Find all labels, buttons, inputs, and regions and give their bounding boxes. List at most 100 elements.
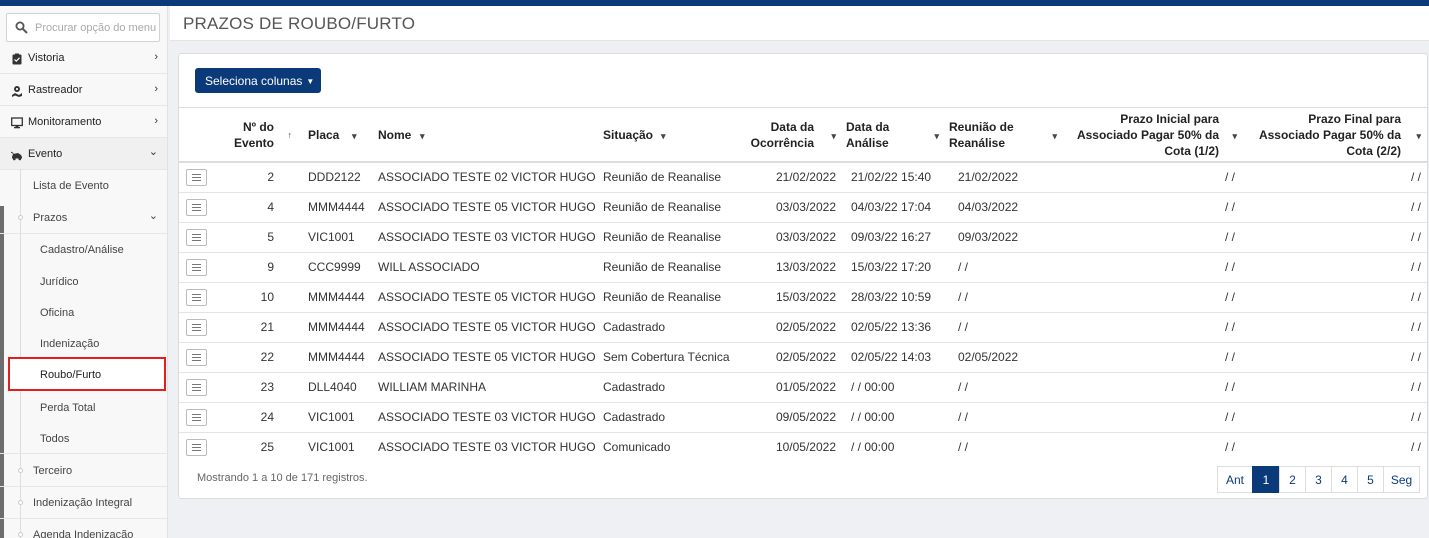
menu-item-monitoramento[interactable]: Monitoramento ›	[0, 106, 167, 138]
sidebar-item-agenda-indenizacao[interactable]: Agenda Indenização	[0, 519, 167, 538]
cell-data-analise: / / 00:00	[842, 371, 945, 402]
cell-nome: ASSOCIADO TESTE 05 VICTOR HUGO	[374, 191, 599, 222]
sidebar-item-prazos[interactable]: Prazos ⌄	[0, 202, 167, 234]
search-icon	[15, 21, 28, 34]
table-row[interactable]: 24 VIC1001 ASSOCIADO TESTE 03 VICTOR HUGO C…	[179, 401, 1427, 432]
cell-data-analise: 09/03/22 16:27	[842, 221, 945, 252]
hamburger-icon-line	[192, 206, 201, 208]
cell-nome: ASSOCIADO TESTE 05 VICTOR HUGO	[374, 341, 599, 372]
hamburger-icon-line	[192, 353, 201, 355]
table-row[interactable]: 10 MMM4444 ASSOCIADO TESTE 05 VICTOR HUGO R…	[179, 281, 1427, 312]
sidebar-item-todos[interactable]: Todos	[0, 423, 167, 454]
table-row[interactable]: 22 MMM4444 ASSOCIADO TESTE 05 VICTOR HUGO S…	[179, 341, 1427, 372]
row-menu-button[interactable]	[186, 408, 207, 426]
sidebar-item-label: Terceiro	[33, 465, 73, 477]
cell-reuniao: / /	[945, 251, 1063, 282]
page-title: PRAZOS DE ROUBO/FURTO	[183, 14, 416, 33]
sidebar-item-perda-total[interactable]: Perda Total	[0, 392, 167, 423]
page-next-button[interactable]: Seg	[1383, 466, 1420, 493]
cell-evento: 4	[229, 191, 304, 222]
hamburger-icon-line	[192, 179, 201, 181]
page-4-button[interactable]: 4	[1331, 466, 1358, 493]
menu-item-evento[interactable]: Evento ⌄	[0, 138, 167, 170]
hamburger-icon-line	[192, 329, 201, 331]
page-1-button[interactable]: 1	[1252, 466, 1280, 493]
page-5-button[interactable]: 5	[1357, 466, 1384, 493]
row-menu-button[interactable]	[186, 168, 207, 186]
sidebar-item-oficina[interactable]: Oficina	[0, 297, 167, 328]
page-3-button[interactable]: 3	[1305, 466, 1332, 493]
tree-node-icon	[18, 468, 23, 473]
cell-prazo-final: / /	[1245, 341, 1427, 372]
sidebar-item-label: Prazos	[33, 212, 68, 224]
cell-prazo-final: / /	[1245, 221, 1427, 252]
cell-evento: 23	[229, 371, 304, 402]
cell-prazo-inicial: / /	[1063, 191, 1245, 222]
row-menu-button[interactable]	[186, 348, 207, 366]
menu-item-vistoria[interactable]: Vistoria ›	[0, 42, 167, 74]
menu-search[interactable]	[6, 13, 160, 42]
header-label: Data da	[770, 119, 814, 134]
header-data-analise[interactable]: Data da Análise ▾	[842, 108, 945, 163]
page-2-button[interactable]: 2	[1279, 466, 1306, 493]
table-row[interactable]: 21 MMM4444 ASSOCIADO TESTE 05 VICTOR HUGO C…	[179, 311, 1427, 342]
sidebar-item-lista-evento[interactable]: Lista de Evento	[0, 170, 167, 202]
table-row[interactable]: 25 VIC1001 ASSOCIADO TESTE 03 VICTOR HUGO C…	[179, 431, 1427, 462]
header-evento[interactable]: Nº do Evento ↑	[229, 108, 304, 163]
table-row[interactable]: 4 MMM4444 ASSOCIADO TESTE 05 VICTOR HUGO Re…	[179, 191, 1427, 222]
records-info: Mostrando 1 a 10 de 171 registros.	[197, 472, 368, 484]
header-label: Cota (2/2)	[1346, 143, 1401, 158]
row-menu-button[interactable]	[186, 198, 207, 216]
header-prazo-inicial[interactable]: Prazo Inicial para Associado Pagar 50% d…	[1063, 108, 1245, 163]
menu-label: Rastreador	[28, 84, 83, 96]
sidebar-item-terceiro[interactable]: Terceiro	[0, 455, 167, 487]
cell-evento: 22	[229, 341, 304, 372]
tree-node-icon	[18, 500, 23, 505]
header-reuniao[interactable]: Reunião de Reanálise ▾	[945, 108, 1063, 163]
cell-actions	[179, 431, 229, 462]
cell-nome: WILLIAM MARINHA	[374, 371, 599, 402]
row-menu-button[interactable]	[186, 228, 207, 246]
hamburger-icon-line	[192, 236, 201, 238]
header-placa[interactable]: Placa ▾	[304, 108, 374, 163]
table-row[interactable]: 2 DDD2122 ASSOCIADO TESTE 02 VICTOR HUGO Re…	[179, 162, 1427, 192]
header-label: Associado Pagar 50% da	[1076, 127, 1219, 142]
page-prev-button[interactable]: Ant	[1217, 466, 1253, 493]
header-nome[interactable]: Nome ▾	[374, 108, 599, 163]
row-menu-button[interactable]	[186, 258, 207, 276]
sidebar-item-cadastro-analise[interactable]: Cadastro/Análise	[0, 234, 167, 265]
sidebar-item-indenizacao-integral[interactable]: Indenização Integral	[0, 487, 167, 519]
hamburger-icon-line	[192, 449, 201, 451]
cell-situacao: Reunião de Reanalise	[599, 251, 744, 282]
menu-label: Vistoria	[28, 52, 65, 64]
header-prazo-final[interactable]: Prazo Final para Associado Pagar 50% da …	[1245, 108, 1427, 163]
row-menu-button[interactable]	[186, 288, 207, 306]
hamburger-icon-line	[192, 296, 201, 298]
select-columns-button[interactable]: Seleciona colunas ▼	[195, 68, 321, 93]
menu-item-rastreador[interactable]: Rastreador ›	[0, 74, 167, 106]
row-menu-button[interactable]	[186, 378, 207, 396]
cell-prazo-inicial: / /	[1063, 281, 1245, 312]
table-row[interactable]: 5 VIC1001 ASSOCIADO TESTE 03 VICTOR HUGO Re…	[179, 221, 1427, 252]
hamburger-icon-line	[192, 383, 201, 385]
cell-evento: 24	[229, 401, 304, 432]
cell-situacao: Comunicado	[599, 431, 744, 462]
sidebar-item-indenizacao[interactable]: Indenização	[0, 328, 167, 359]
table-row[interactable]: 23 DLL4040 WILLIAM MARINHA Cadastrado 01/05/…	[179, 371, 1427, 402]
header-situacao[interactable]: Situação ▾	[599, 108, 744, 163]
row-menu-button[interactable]	[186, 438, 207, 456]
table-row[interactable]: 9 CCC9999 WILL ASSOCIADO Reunião de Reanali…	[179, 251, 1427, 282]
cell-reuniao: / /	[945, 401, 1063, 432]
cell-situacao: Reunião de Reanalise	[603, 170, 722, 185]
cell-situacao: Sem Cobertura Técnica	[599, 341, 744, 372]
cell-prazo-inicial: / /	[1063, 311, 1245, 342]
cell-data-analise: 02/05/22 13:36	[842, 311, 945, 342]
cell-prazo-inicial: / /	[1224, 170, 1235, 185]
sidebar-item-roubo-furto-active[interactable]: Roubo/Furto	[8, 357, 166, 391]
row-menu-button[interactable]	[186, 318, 207, 336]
header-data-ocorrencia[interactable]: Data da Ocorrência ▾	[744, 108, 842, 163]
cell-actions	[179, 341, 229, 372]
sidebar-item-juridico[interactable]: Jurídico	[0, 266, 167, 297]
header-label: Ocorrência	[750, 135, 814, 150]
search-input[interactable]	[35, 17, 159, 39]
